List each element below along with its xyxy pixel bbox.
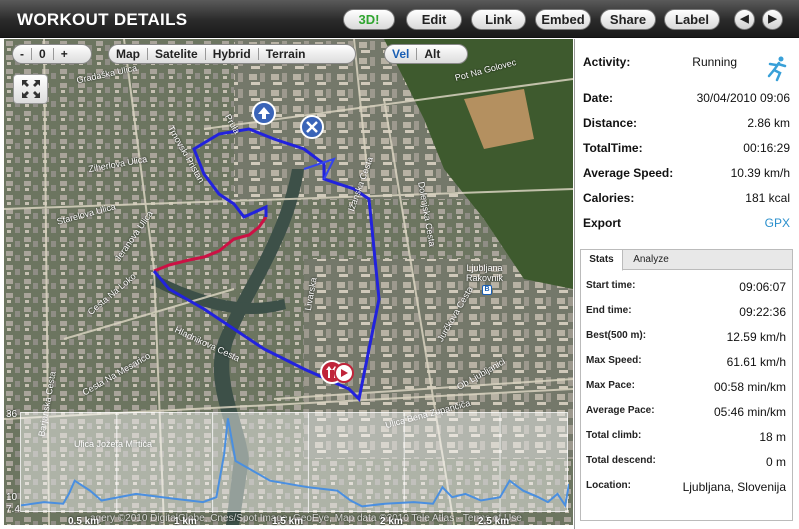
- y-tick-label: 10: [6, 492, 18, 503]
- avgspeed-label: Average Speed:: [583, 166, 674, 180]
- stat-value: 18 m: [759, 430, 786, 444]
- lap-marker-secondary[interactable]: [334, 363, 354, 383]
- fullscreen-icon: [21, 80, 40, 98]
- start-marker[interactable]: [252, 101, 276, 125]
- stat-value: 05:46 min/km: [713, 405, 786, 419]
- y-tick-label: 7.4: [6, 504, 20, 515]
- end-marker[interactable]: [300, 115, 324, 139]
- fullscreen-button[interactable]: [13, 74, 48, 104]
- distance-label: Distance:: [583, 116, 638, 130]
- map-type-satelite[interactable]: Satelite: [148, 47, 205, 61]
- details-panel: Activity: Running Date: 30/04/2010 09:06…: [574, 39, 799, 529]
- export-label: Export: [583, 216, 622, 230]
- x-tick-label: 0.5 km: [68, 516, 100, 527]
- stat-row: Total descend: 0 m: [586, 455, 786, 471]
- label-button[interactable]: Label: [664, 9, 720, 30]
- poi-label: Ljubljana Rakovnik: [466, 263, 504, 283]
- edit-button[interactable]: Edit: [406, 9, 462, 30]
- totaltime-value: 00:16:29: [743, 141, 790, 155]
- avgspeed-value: 10.39 km/h: [730, 166, 790, 180]
- calories-value: 181 kcal: [745, 191, 790, 205]
- stat-label: End time:: [586, 305, 632, 316]
- tab-analyze[interactable]: Analyze: [625, 250, 677, 270]
- stat-row: Max Speed: 61.61 km/h: [586, 355, 786, 371]
- stat-value: 0 m: [765, 455, 786, 469]
- activity-label: Activity:: [583, 55, 631, 69]
- date-label: Date:: [583, 91, 614, 105]
- bus-stop-icon: B: [482, 285, 492, 295]
- stats-box: Stats Analyze Start time: 09:06:07 End tim…: [580, 249, 793, 521]
- overlay-control: Vel Alt: [384, 44, 468, 64]
- link-button[interactable]: Link: [471, 9, 526, 30]
- stat-value: Ljubljana, Slovenija: [682, 480, 786, 494]
- activity-value: Running: [692, 55, 737, 69]
- stat-row: Average Pace: 05:46 min/km: [586, 405, 786, 421]
- zoom-level: 0: [39, 47, 46, 61]
- stat-row: Start time: 09:06:07: [586, 280, 786, 296]
- y-tick-label: 36: [6, 409, 18, 420]
- stat-label: Start time:: [586, 280, 636, 291]
- stat-label: Best(500 m):: [586, 330, 647, 341]
- distance-row: Distance: 2.86 km: [583, 116, 790, 134]
- calories-label: Calories:: [583, 191, 635, 205]
- stat-value: 00:58 min/km: [713, 380, 786, 394]
- x-tick-label: 2.5 km: [478, 516, 510, 527]
- page-title: WORKOUT DETAILS: [17, 10, 188, 29]
- totaltime-label: TotalTime:: [583, 141, 643, 155]
- distance-value: 2.86 km: [747, 116, 790, 130]
- date-value: 30/04/2010 09:06: [696, 91, 790, 105]
- running-icon: [767, 56, 787, 82]
- elevation-line: [20, 418, 570, 509]
- stat-label: Total descend:: [586, 455, 656, 466]
- share-button[interactable]: Share: [600, 9, 656, 30]
- next-arrow-icon[interactable]: ▶: [762, 9, 783, 30]
- prev-arrow-icon[interactable]: ◀: [734, 9, 755, 30]
- stat-value: 61.61 km/h: [726, 355, 786, 369]
- stat-label: Max Pace:: [586, 380, 635, 391]
- 3d-button[interactable]: 3D!: [343, 9, 395, 30]
- header-bar: WORKOUT DETAILS 3D! Edit Link Embed Shar…: [0, 0, 799, 38]
- elevation-chart[interactable]: [20, 412, 570, 513]
- stat-row: Max Pace: 00:58 min/km: [586, 380, 786, 396]
- overlay-vel[interactable]: Vel: [385, 47, 416, 61]
- totaltime-row: TotalTime: 00:16:29: [583, 141, 790, 159]
- date-row: Date: 30/04/2010 09:06: [583, 91, 790, 109]
- stat-row: Total climb: 18 m: [586, 430, 786, 446]
- calories-row: Calories: 181 kcal: [583, 191, 790, 209]
- stats-tabs: Stats Analyze: [581, 250, 792, 271]
- stat-value: 09:06:07: [739, 280, 786, 294]
- stat-label: Max Speed:: [586, 355, 642, 366]
- embed-button[interactable]: Embed: [535, 9, 591, 30]
- stat-label: Location:: [586, 480, 631, 491]
- x-tick-label: 1 km: [174, 516, 197, 527]
- stat-label: Average Pace:: [586, 405, 655, 416]
- map-type-hybrid[interactable]: Hybrid: [206, 47, 258, 61]
- elevation-plot: [20, 413, 570, 513]
- tab-stats[interactable]: Stats: [581, 250, 623, 271]
- zoom-control: - 0 +: [12, 44, 92, 64]
- map-type-control: Map Satelite Hybrid Terrain: [108, 44, 356, 64]
- map-type-map[interactable]: Map: [109, 47, 147, 61]
- avgspeed-row: Average Speed: 10.39 km/h: [583, 166, 790, 184]
- map-type-terrain[interactable]: Terrain: [259, 47, 313, 61]
- x-tick-label: 2 km: [380, 516, 403, 527]
- stat-value: 12.59 km/h: [726, 330, 786, 344]
- play-icon: [341, 369, 348, 377]
- export-row: Export GPX: [583, 216, 790, 234]
- zoom-out-button[interactable]: -: [13, 47, 31, 61]
- x-tick-label: 1.5 km: [272, 516, 304, 527]
- stat-value: 09:22:36: [739, 305, 786, 319]
- stat-label: Total climb:: [586, 430, 642, 441]
- map-copyright: agery ©2010 DigitalGlobe, Cnes/Spot Imag…: [90, 513, 522, 524]
- arrow-up-icon: [258, 107, 270, 119]
- stat-row: End time: 09:22:36: [586, 305, 786, 321]
- stat-row: Location: Ljubljana, Slovenija: [586, 480, 786, 496]
- overlay-alt[interactable]: Alt: [417, 47, 447, 61]
- activity-row: Activity: Running: [583, 55, 790, 73]
- stat-row: Best(500 m): 12.59 km/h: [586, 330, 786, 346]
- x-icon: [306, 121, 318, 133]
- export-gpx-link[interactable]: GPX: [765, 216, 790, 230]
- zoom-in-button[interactable]: +: [54, 47, 75, 61]
